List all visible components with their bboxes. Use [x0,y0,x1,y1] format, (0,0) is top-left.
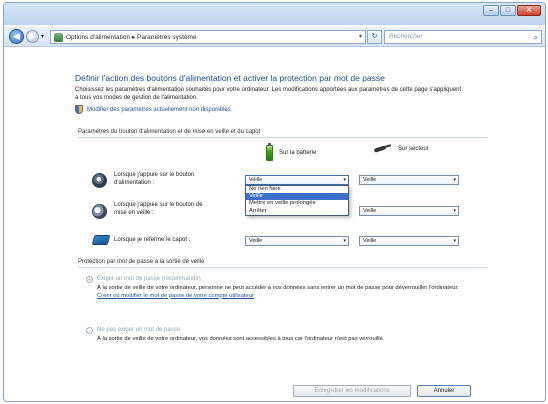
column-header-ac: Sur secteur [374,145,429,152]
dropdown-option-shutdown[interactable]: Arrêter [246,208,348,215]
save-button[interactable]: Enregistrer les modifications [293,385,411,397]
require-password-label: Exiger un mot de passe (recommandé) [97,276,201,282]
row-label-line: Lorsque j'appuie sur le bouton de [114,202,203,208]
row-label-lid: Lorsque je referme le capot : [114,237,190,245]
intro-text: Choisissez les paramètres d'alimentation… [75,87,462,101]
chevron-down-icon: ▾ [343,238,346,244]
window-controls: – □ ✕ [483,5,541,16]
section-divider [78,137,488,138]
refresh-button[interactable]: ↻ [367,30,382,44]
select-value: Veille [363,238,377,244]
select-value: Veille [249,238,263,244]
power-button-battery-select[interactable]: Veille ▾ [245,175,349,185]
chevron-down-icon: ▾ [453,238,456,244]
row-label-line: Lorsque je referme le capot : [114,237,191,243]
history-dropdown-icon[interactable]: ▾ [41,33,44,40]
laptop-lid-icon [91,235,111,245]
sleep-button-ac-select[interactable]: Veille ▾ [359,206,459,216]
no-password-label: Ne pas exiger un mot de passe [97,327,181,333]
row-label-power-button: Lorsque j'appuie sur le bouton d'aliment… [114,172,194,187]
chevron-down-icon: ▾ [343,177,346,183]
dropdown-option-hibernate[interactable]: Mettre en veille prolongée [246,200,348,207]
control-panel-icon [54,32,63,42]
search-placeholder: Rechercher [389,33,423,40]
row-label-line: Lorsque j'appuie sur le bouton [114,172,195,178]
main-content: Définir l'action des boutons d'alimentat… [4,48,545,401]
require-password-description: À la sortie de veille de votre ordinateu… [97,285,469,300]
select-value: Veille [249,177,263,183]
no-password-description: À la sortie de veille de votre ordinateu… [97,336,385,342]
column-label-battery: Sur la batterie [279,150,317,156]
chevron-down-icon: ▾ [453,208,456,214]
control-panel-window: – □ ✕ ◀ ▶ ▾ Options d'alimentation ▸ Par… [3,2,546,402]
battery-icon [266,143,273,161]
cancel-button[interactable]: Annuler [417,385,471,397]
address-dropdown-icon[interactable]: ▾ [359,33,362,40]
require-password-text: À la sortie de veille de votre ordinateu… [97,285,459,291]
uac-shield-icon [75,105,83,114]
no-password-radio[interactable] [86,327,93,334]
require-password-radio[interactable] [86,276,93,283]
navigation-bar: ◀ ▶ ▾ Options d'alimentation ▸ Paramètre… [4,27,545,47]
create-password-link[interactable]: Créer ou modifier le mot de passe de vot… [97,293,254,299]
search-icon[interactable]: ⌕ [534,32,538,44]
power-action-dropdown-list[interactable]: Ne rien faire Veille Mettre en veille pr… [245,185,349,216]
search-input[interactable]: Rechercher ⌕ [384,30,542,44]
close-button[interactable]: ✕ [517,5,541,16]
row-label-line: d'alimentation : [114,179,155,186]
back-button[interactable]: ◀ [9,29,24,44]
power-plug-icon [374,145,392,152]
dropdown-option-sleep[interactable]: Veille [246,193,348,201]
section-divider [78,267,488,268]
lid-ac-select[interactable]: Veille ▾ [359,236,459,246]
dropdown-option-nothing[interactable]: Ne rien faire [246,186,348,193]
forward-button[interactable]: ▶ [26,30,39,43]
select-value: Veille [363,208,377,214]
maximize-button[interactable]: □ [500,5,516,16]
chevron-down-icon: ▾ [453,177,456,183]
sleep-button-icon [92,204,107,219]
change-settings-link[interactable]: Modifier des paramètres actuellement non… [75,105,231,114]
password-section-title: Protection par mot de passe à la sortie … [78,259,205,265]
address-bar[interactable]: Options d'alimentation ▸ Paramètres syst… [50,30,366,44]
power-buttons-section-title: Paramètres du bouton d'alimentation et d… [78,129,261,135]
column-label-ac: Sur secteur [398,145,429,152]
column-header-battery: Sur la batterie [266,143,317,161]
minimize-button[interactable]: – [483,5,499,16]
select-value: Veille [363,177,377,183]
title-bar: – □ ✕ [4,3,545,25]
change-settings-link-text[interactable]: Modifier des paramètres actuellement non… [87,107,231,113]
page-title: Définir l'action des boutons d'alimentat… [75,73,385,83]
row-label-sleep-button: Lorsque j'appuie sur le bouton de mise e… [114,202,203,217]
power-button-icon [92,173,107,188]
breadcrumb: Options d'alimentation ▸ Paramètres syst… [66,34,197,41]
row-label-line: mise en veille : [114,209,154,216]
lid-battery-select[interactable]: Veille ▾ [245,236,349,246]
power-button-ac-select[interactable]: Veille ▾ [359,175,459,185]
